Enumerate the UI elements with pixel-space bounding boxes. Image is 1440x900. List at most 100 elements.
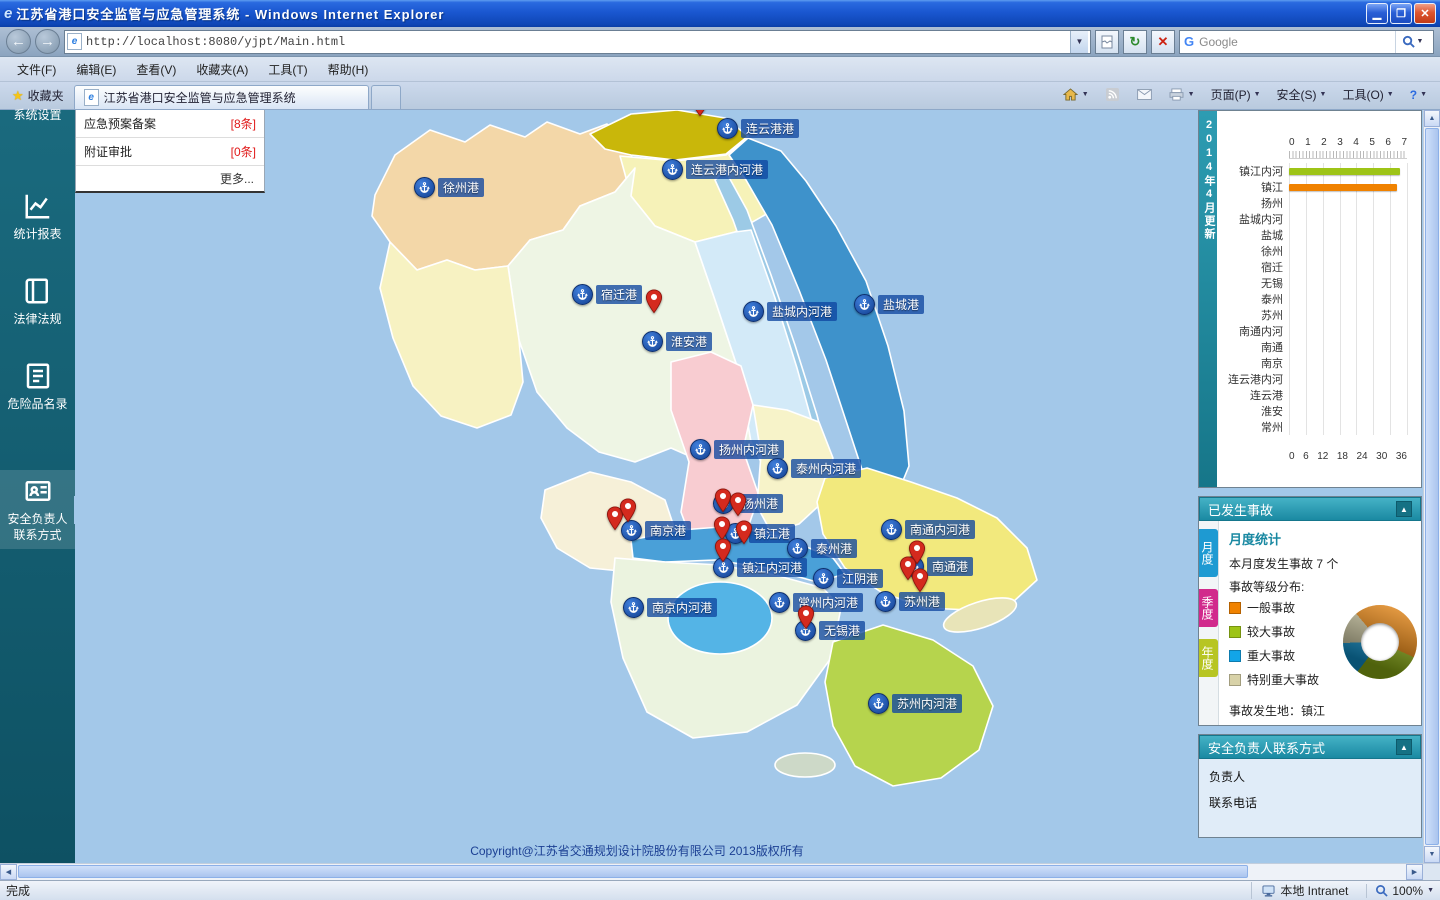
port-marker[interactable]: 南京内河港: [623, 597, 718, 618]
collapse-button[interactable]: ▲: [1396, 501, 1412, 517]
quick-panel-row[interactable]: 附证审批 [0条]: [76, 138, 264, 166]
stop-button[interactable]: ✕: [1151, 29, 1175, 54]
chart-row[interactable]: 淮安: [1261, 403, 1407, 419]
search-box[interactable]: G Google ▼: [1179, 29, 1434, 54]
port-marker[interactable]: 宿迁港: [572, 284, 643, 305]
contact-row[interactable]: 联系电话: [1199, 785, 1421, 811]
search-dropdown-icon[interactable]: ▼: [1417, 38, 1424, 45]
home-button[interactable]: ▼: [1058, 85, 1094, 105]
search-button[interactable]: ▼: [1395, 30, 1429, 53]
chart-row[interactable]: 连云港内河: [1228, 371, 1407, 387]
minimize-button[interactable]: ▁: [1366, 3, 1388, 24]
print-button[interactable]: ▼: [1164, 85, 1200, 105]
incident-pin-icon[interactable]: [645, 289, 663, 314]
incident-pin-icon[interactable]: [797, 605, 815, 630]
port-marker[interactable]: 连云港港: [717, 118, 800, 139]
sidebar-item-system-settings[interactable]: 系统设置: [0, 107, 75, 129]
chart-row[interactable]: 无锡: [1261, 275, 1407, 291]
scroll-up-button[interactable]: ▲: [1424, 110, 1440, 127]
port-marker[interactable]: 盐城港: [854, 294, 925, 315]
address-url[interactable]: http://localhost:8080/yjpt/Main.html: [86, 35, 1066, 49]
incident-pin-icon[interactable]: [619, 498, 637, 523]
chart-row[interactable]: 镇江: [1261, 179, 1407, 195]
new-tab-button[interactable]: [370, 85, 401, 109]
favorites-button[interactable]: ★ 收藏夹: [4, 83, 72, 108]
tab-main[interactable]: e 江苏省港口安全监管与应急管理系统: [73, 85, 369, 109]
read-mail-button[interactable]: [1132, 85, 1158, 105]
close-button[interactable]: ✕: [1414, 3, 1436, 24]
menu-item[interactable]: 收藏夹(A): [187, 58, 257, 81]
chart-row[interactable]: 泰州: [1261, 291, 1407, 307]
more-link[interactable]: 更多...: [76, 166, 264, 191]
chart-row[interactable]: 南通内河: [1239, 323, 1407, 339]
port-marker[interactable]: 苏州港: [875, 591, 946, 612]
vertical-scrollbar[interactable]: ▲ ▼: [1423, 110, 1440, 863]
scroll-down-button[interactable]: ▼: [1424, 846, 1440, 863]
zoom-control[interactable]: 100% ▼: [1375, 884, 1434, 898]
port-marker[interactable]: 南通内河港: [881, 519, 976, 540]
port-marker[interactable]: 江阴港: [813, 568, 884, 589]
feeds-button[interactable]: [1100, 85, 1126, 105]
incident-pin-icon[interactable]: [691, 110, 709, 117]
address-dropdown-icon[interactable]: ▼: [1070, 30, 1088, 53]
port-marker[interactable]: 淮安港: [642, 331, 713, 352]
chart-row[interactable]: 南通: [1261, 339, 1407, 355]
period-tab-季度[interactable]: 季度: [1199, 589, 1218, 627]
address-field[interactable]: e http://localhost:8080/yjpt/Main.html ▼: [64, 29, 1091, 54]
menu-item[interactable]: 编辑(E): [67, 58, 125, 81]
map[interactable]: 连云港港 连云港内河港 徐州港 宿迁港 淮安港 盐城内河港 盐城港 扬州内河港 泰州内河港 扬州港…: [75, 110, 1423, 863]
chart-row[interactable]: 宿迁: [1261, 259, 1407, 275]
chart-row[interactable]: 镇江内河: [1239, 163, 1407, 179]
search-input[interactable]: Google: [1199, 35, 1390, 49]
period-tab-月度[interactable]: 月度: [1199, 529, 1218, 577]
tools-menu-button[interactable]: 工具(O) ▼: [1337, 83, 1398, 106]
period-tab-年度[interactable]: 年度: [1199, 639, 1218, 677]
menu-item[interactable]: 帮助(H): [319, 58, 378, 81]
incident-pin-icon[interactable]: [729, 492, 747, 517]
sidebar-item-dangerous-goods-directory[interactable]: 危险品名录: [0, 355, 75, 418]
chart-row[interactable]: 盐城: [1261, 227, 1407, 243]
port-marker[interactable]: 泰州内河港: [767, 458, 862, 479]
menu-item[interactable]: 文件(F): [8, 58, 65, 81]
sidebar-item-safety-officer-contact[interactable]: 安全负责人联系方式›: [0, 470, 86, 549]
forward-button[interactable]: →: [35, 29, 60, 54]
port-marker[interactable]: 南京港: [621, 520, 692, 541]
incident-pin-icon[interactable]: [735, 520, 753, 545]
horizontal-scroll-track[interactable]: [17, 864, 1406, 880]
menu-item[interactable]: 工具(T): [259, 58, 316, 81]
port-marker[interactable]: 盐城内河港: [743, 301, 838, 322]
incident-pin-icon[interactable]: [911, 568, 929, 593]
chart-row[interactable]: 盐城内河: [1239, 211, 1407, 227]
chart-row[interactable]: 苏州: [1261, 307, 1407, 323]
port-marker[interactable]: 苏州内河港: [868, 693, 963, 714]
compatibility-view-button[interactable]: [1095, 29, 1119, 54]
sidebar-item-statistics-report[interactable]: 统计报表: [0, 185, 75, 248]
quick-panel-row[interactable]: 应急预案备案 [8条]: [76, 110, 264, 138]
collapse-button[interactable]: ▲: [1396, 739, 1412, 755]
safety-menu-button[interactable]: 安全(S) ▼: [1272, 83, 1332, 106]
port-marker[interactable]: 泰州港: [787, 538, 858, 559]
contact-row[interactable]: 负责人: [1199, 759, 1421, 785]
sidebar-item-laws-regulations[interactable]: 法律法规: [0, 270, 75, 333]
chart-row[interactable]: 南京: [1261, 355, 1407, 371]
vertical-scroll-thumb[interactable]: [1425, 128, 1439, 845]
port-marker[interactable]: 扬州内河港: [690, 439, 785, 460]
scroll-right-button[interactable]: ▶: [1406, 864, 1423, 880]
horizontal-scrollbar[interactable]: ◀ ▶: [0, 863, 1440, 880]
port-marker[interactable]: 徐州港: [414, 177, 485, 198]
menu-item[interactable]: 查看(V): [127, 58, 185, 81]
chart-row[interactable]: 扬州: [1261, 195, 1407, 211]
help-button[interactable]: ? ▼: [1405, 85, 1432, 105]
refresh-button[interactable]: ↻: [1123, 29, 1147, 54]
scroll-left-button[interactable]: ◀: [0, 864, 17, 880]
horizontal-scroll-thumb[interactable]: [18, 865, 1248, 878]
chart-row[interactable]: 徐州: [1261, 243, 1407, 259]
chart-row[interactable]: 常州: [1261, 419, 1407, 435]
restore-button[interactable]: ❐: [1390, 3, 1412, 24]
port-marker[interactable]: 连云港内河港: [662, 159, 769, 180]
incident-pin-icon[interactable]: [714, 538, 732, 563]
port-marker[interactable]: 常州内河港: [769, 592, 864, 613]
back-button[interactable]: ←: [6, 29, 31, 54]
page-menu-button[interactable]: 页面(P) ▼: [1206, 83, 1266, 106]
chart-row[interactable]: 连云港: [1250, 387, 1407, 403]
